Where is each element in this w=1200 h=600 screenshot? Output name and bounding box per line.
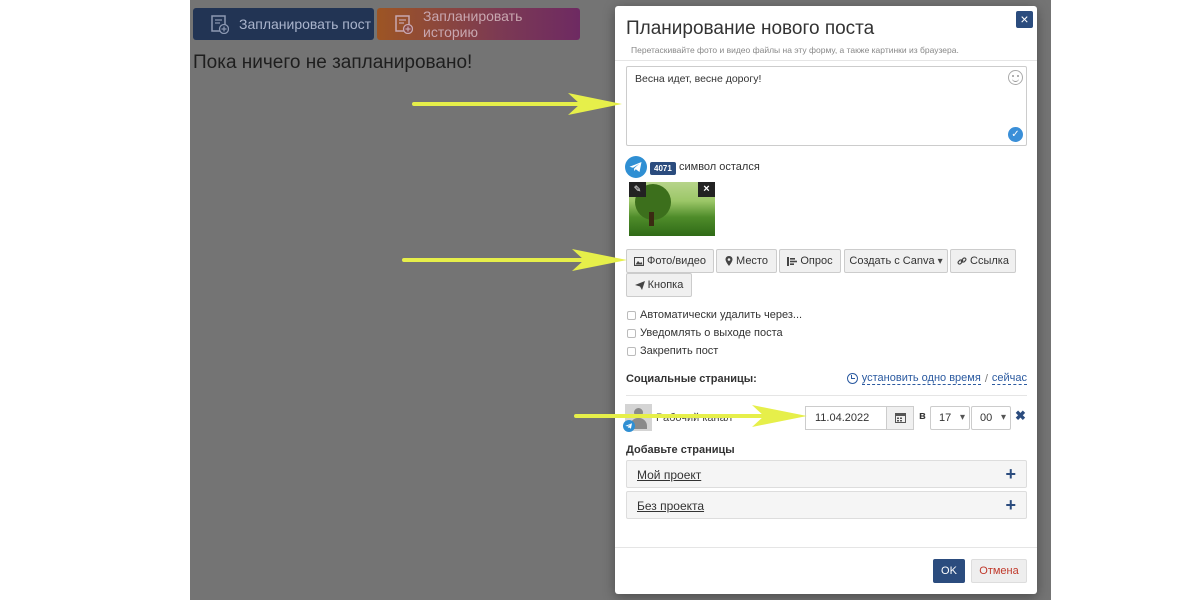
plus-icon[interactable]: + xyxy=(1005,464,1016,484)
social-pages-label: Социальные страницы: xyxy=(626,373,757,385)
annotation-arrow-text xyxy=(412,93,622,115)
send-icon xyxy=(634,280,645,290)
option-label: Уведомлять о выходе поста xyxy=(640,327,783,339)
chars-left-label: символ остался xyxy=(679,161,760,173)
annotation-arrow-photo xyxy=(402,249,627,271)
option-label: Автоматически удалить через... xyxy=(640,309,803,321)
create-canva-button[interactable]: Создать с Canva ▾ xyxy=(844,249,948,273)
attached-image-thumbnail[interactable]: ✎ × xyxy=(629,182,715,236)
place-button[interactable]: Место xyxy=(716,249,777,273)
set-one-time-link[interactable]: установить одно время xyxy=(861,372,981,385)
calendar-button[interactable] xyxy=(886,406,914,430)
telegram-icon xyxy=(625,156,647,178)
link-button[interactable]: Ссылка xyxy=(950,249,1016,273)
image-icon xyxy=(634,256,644,266)
button-button[interactable]: Кнопка xyxy=(626,273,692,297)
caret-down-icon: ▾ xyxy=(937,255,943,267)
option-label: Закрепить пост xyxy=(640,345,719,357)
divider xyxy=(615,60,1037,61)
schedule-post-label: Запланировать пост xyxy=(239,16,372,32)
post-text-area[interactable]: Весна идет, весне дорогу! ✓ xyxy=(626,66,1027,146)
project-name[interactable]: Мой проект xyxy=(637,468,701,482)
poll-icon xyxy=(787,256,798,266)
calendar-plus-icon xyxy=(395,15,413,34)
add-pages-label: Добавьте страницы xyxy=(626,444,735,456)
calendar-icon xyxy=(895,413,906,423)
now-link[interactable]: сейчас xyxy=(991,372,1027,385)
link-label: Ссылка xyxy=(970,255,1009,267)
at-label: в xyxy=(919,410,926,422)
clock-icon xyxy=(846,373,858,384)
pencil-icon[interactable]: ✎ xyxy=(629,182,646,197)
divider xyxy=(615,547,1037,548)
separator: / xyxy=(984,372,988,385)
cancel-button[interactable]: Отмена xyxy=(971,559,1027,583)
calendar-plus-icon xyxy=(211,15,229,34)
annotation-arrow-date xyxy=(574,405,807,427)
new-post-dialog: Планирование нового поста × Перетаскивай… xyxy=(615,6,1037,594)
button-label: Кнопка xyxy=(647,279,684,291)
photo-video-button[interactable]: Фото/видео xyxy=(626,249,714,273)
smiley-icon[interactable] xyxy=(1008,70,1023,85)
schedule-story-label: Запланировать историю xyxy=(423,8,523,40)
project-item[interactable]: Мой проект + xyxy=(626,460,1027,488)
dialog-title: Планирование нового поста xyxy=(626,18,875,39)
checkmark-icon[interactable]: ✓ xyxy=(1008,127,1023,142)
schedule-story-button[interactable]: Запланировать историю xyxy=(377,8,580,40)
remove-channel-icon[interactable]: ✖ xyxy=(1015,408,1026,424)
project-name[interactable]: Без проекта xyxy=(637,499,704,513)
photo-video-label: Фото/видео xyxy=(647,255,706,267)
checkbox[interactable] xyxy=(627,310,636,320)
date-input[interactable]: 11.04.2022 xyxy=(805,406,887,430)
option-pin[interactable]: Закрепить пост xyxy=(627,345,718,357)
poll-label: Опрос xyxy=(800,255,833,267)
ok-button[interactable]: OK xyxy=(933,559,965,583)
thumbnail-trunk xyxy=(649,212,654,226)
option-auto-delete[interactable]: Автоматически удалить через... xyxy=(627,309,802,321)
close-icon[interactable]: × xyxy=(1016,11,1033,28)
option-notify[interactable]: Уведомлять о выходе поста xyxy=(627,327,783,339)
minute-select[interactable]: 00 xyxy=(971,406,1011,430)
drop-hint: Перетаскивайте фото и видео файлы на эту… xyxy=(631,45,959,55)
link-icon xyxy=(957,257,967,265)
empty-message: Пока ничего не запланировано! xyxy=(193,52,473,73)
place-label: Место xyxy=(736,255,768,267)
canva-label: Создать с Canva xyxy=(849,255,935,267)
project-item[interactable]: Без проекта + xyxy=(626,491,1027,519)
poll-button[interactable]: Опрос xyxy=(779,249,841,273)
map-marker-icon xyxy=(725,256,733,266)
checkbox[interactable] xyxy=(627,328,636,338)
post-text-value: Весна идет, весне дорогу! xyxy=(635,73,762,85)
hour-select[interactable]: 17 xyxy=(930,406,970,430)
schedule-post-button[interactable]: Запланировать пост xyxy=(193,8,374,40)
remove-image-icon[interactable]: × xyxy=(698,182,715,197)
divider xyxy=(626,395,1027,396)
checkbox[interactable] xyxy=(627,346,636,356)
time-links: установить одно время / сейчас xyxy=(846,372,1027,385)
chars-left-badge: 4071 xyxy=(650,162,676,175)
plus-icon[interactable]: + xyxy=(1005,495,1016,515)
